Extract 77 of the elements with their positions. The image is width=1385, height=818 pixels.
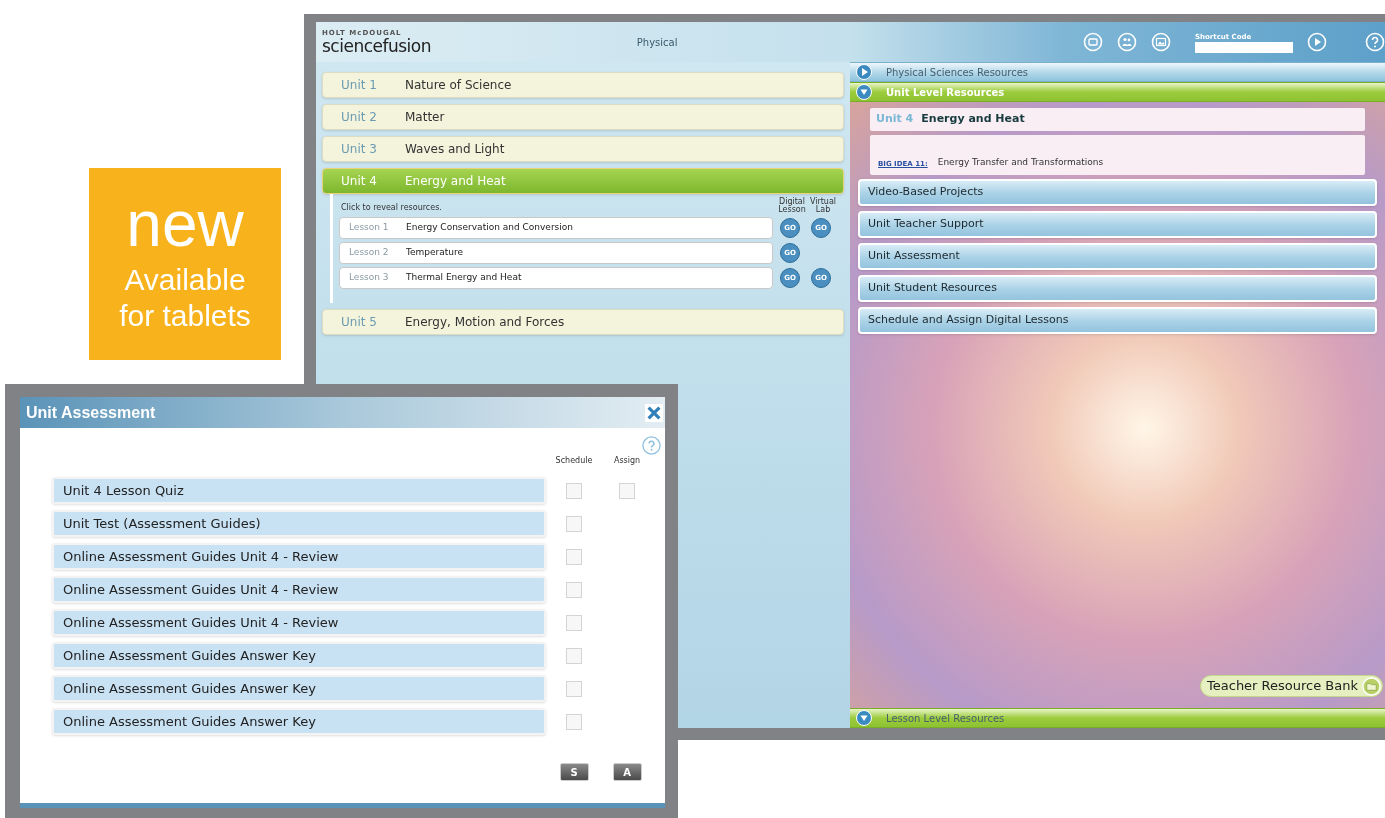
checkbox[interactable] — [566, 614, 582, 631]
teacher-resource-button[interactable]: Teacher Resource Bank — [1200, 675, 1383, 697]
assessment-item[interactable]: Online Assessment Guides Unit 4 - Review — [52, 576, 546, 603]
lesson-number: Lesson 2 — [348, 246, 390, 260]
lesson-bar[interactable]: Lesson 2 Temperature — [339, 242, 774, 264]
assessment-item[interactable]: Unit 4 Lesson Quiz — [52, 477, 546, 504]
resource-button[interactable]: Unit Assessment — [858, 243, 1377, 270]
unit-title: Waves and Light — [405, 141, 505, 158]
unit-title: Energy and Heat — [921, 111, 1025, 128]
triangle-down-icon — [856, 84, 872, 100]
checkbox[interactable] — [566, 581, 582, 598]
resource-button[interactable]: Unit Student Resources — [858, 275, 1377, 302]
column-header: Digital Lesson — [777, 198, 807, 214]
lesson-bar[interactable]: Lesson 1 Energy Conservation and Conversion — [339, 217, 774, 239]
assessment-item[interactable]: Online Assessment Guides Unit 4 - Review — [52, 609, 546, 636]
dialog-title: Unit Assessment — [26, 402, 156, 423]
unit-number: Unit 3 — [340, 141, 378, 158]
checkbox[interactable] — [566, 482, 582, 499]
lesson-number: Lesson 1 — [348, 221, 390, 235]
assessment-item[interactable]: Online Assessment Guides Answer Key — [52, 642, 546, 669]
hint-text: Click to reveal resources. — [340, 202, 443, 214]
unit-number: Unit 5 — [340, 314, 378, 331]
shortcut-field[interactable] — [1195, 41, 1293, 53]
lesson-title: Energy Conservation and Conversion — [406, 221, 573, 235]
promo-line: Available — [124, 262, 246, 298]
close-icon[interactable] — [645, 403, 663, 422]
checkbox[interactable] — [619, 482, 635, 499]
unit-bar[interactable]: Unit 5 Energy, Motion and Forces — [322, 309, 844, 335]
unit-number: Unit 4 — [340, 173, 378, 190]
lesson-number: Lesson 3 — [348, 271, 390, 285]
checkbox[interactable] — [566, 515, 582, 532]
unit-title: Nature of Science — [405, 77, 512, 94]
big-idea-text: Energy Transfer and Transformations — [937, 155, 1104, 169]
section-label: Lesson Level Resources — [886, 711, 1005, 726]
assessment-item[interactable]: Online Assessment Guides Unit 4 - Review — [52, 543, 546, 570]
unit-title: Energy and Heat — [405, 173, 506, 190]
unit-number: Unit 1 — [340, 77, 378, 94]
column-header: Virtual Lab — [808, 198, 838, 214]
checkbox[interactable] — [566, 647, 582, 664]
promo-headline: new — [126, 194, 244, 254]
screen-icon[interactable] — [1083, 32, 1103, 52]
column-header: Assign — [613, 455, 641, 467]
play-icon[interactable] — [1307, 32, 1327, 52]
checkbox[interactable] — [566, 548, 582, 565]
resource-button[interactable]: Video-Based Projects — [858, 179, 1377, 206]
section-label: Unit Level Resources — [886, 85, 1005, 100]
checkbox[interactable] — [566, 713, 582, 730]
column-header: Schedule — [555, 455, 593, 467]
checkbox[interactable] — [566, 680, 582, 697]
unit-title: Matter — [405, 109, 445, 126]
folder-icon — [1362, 676, 1381, 696]
action-button[interactable]: A — [612, 763, 642, 781]
lesson-bar[interactable]: Lesson 3 Thermal Energy and Heat — [339, 267, 774, 289]
unit-bar[interactable]: Unit 1 Nature of Science — [322, 72, 844, 98]
action-button[interactable]: S — [559, 763, 589, 781]
unit-number: Unit 4 — [876, 111, 914, 128]
resource-button[interactable]: Unit Teacher Support — [858, 211, 1377, 238]
triangle-down-icon — [856, 710, 872, 726]
assessment-item[interactable]: Unit Test (Assessment Guides) — [52, 510, 546, 537]
page-title: Physical — [636, 35, 679, 50]
lesson-title: Thermal Energy and Heat — [406, 271, 522, 285]
picture-icon[interactable] — [1151, 32, 1171, 52]
unit-number: Unit 2 — [340, 109, 378, 126]
unit-bar[interactable]: Unit 2 Matter — [322, 104, 844, 130]
unit-bar[interactable]: Unit 3 Waves and Light — [322, 136, 844, 162]
assessment-item[interactable]: Online Assessment Guides Answer Key — [52, 675, 546, 702]
help-icon[interactable] — [642, 436, 661, 455]
triangle-right-icon — [856, 64, 872, 80]
promo-line: for tablets — [119, 298, 251, 334]
resource-button[interactable]: Schedule and Assign Digital Lessons — [858, 307, 1377, 334]
section-label: Physical Sciences Resources — [886, 65, 1029, 80]
lesson-title: Temperature — [406, 246, 463, 260]
unit-title: Energy, Motion and Forces — [405, 314, 565, 331]
assessment-item[interactable]: Online Assessment Guides Answer Key — [52, 708, 546, 735]
logo-wordmark: sciencefusion — [322, 36, 431, 55]
section-bar[interactable]: Lesson Level Resources — [850, 708, 1385, 728]
section-bar[interactable]: Physical Sciences Resources — [850, 62, 1385, 82]
